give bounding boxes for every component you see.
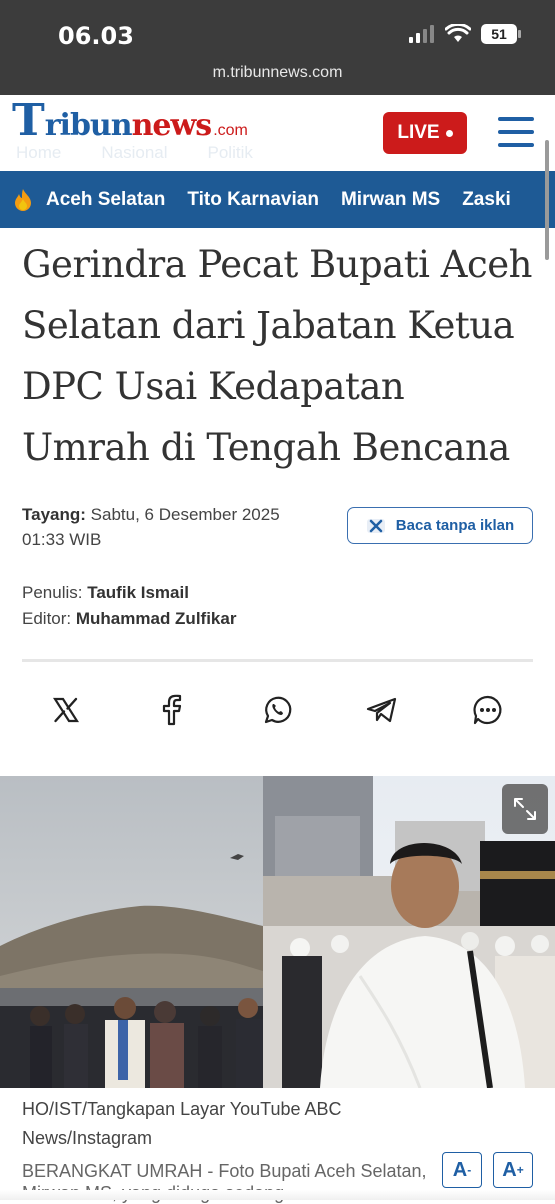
comment-icon <box>473 695 502 725</box>
expand-image-button[interactable] <box>502 784 548 834</box>
publish-time: 01:33 WIB <box>22 530 102 549</box>
telegram-icon <box>366 697 397 723</box>
facebook-icon <box>162 694 182 726</box>
breadcrumb-item[interactable]: Nasional <box>101 143 167 163</box>
share-whatsapp-button[interactable] <box>257 690 297 730</box>
font-increase-sign: + <box>516 1163 524 1177</box>
penulis-label: Penulis: <box>22 583 83 602</box>
author-name[interactable]: Taufik Ismail <box>87 583 189 602</box>
share-telegram-button[interactable] <box>362 690 402 730</box>
breadcrumb-item[interactable]: Politik <box>208 143 253 163</box>
font-increase-label: A <box>502 1158 517 1181</box>
logo-com: .com <box>213 122 248 139</box>
status-time: 06.03 <box>58 22 134 50</box>
tribunnews-logo[interactable]: T ribun news .com <box>12 95 248 146</box>
trending-topics-bar: Aceh Selatan Tito Karnavian Mirwan MS Za… <box>0 171 555 228</box>
signal-icon <box>409 25 434 43</box>
whatsapp-icon <box>264 696 292 724</box>
breadcrumb: Home Nasional Politik <box>16 143 253 163</box>
hamburger-menu-icon[interactable] <box>498 117 534 147</box>
topic-link[interactable]: Mirwan MS <box>341 189 440 211</box>
divider <box>22 659 533 662</box>
breadcrumb-item[interactable]: Home <box>16 143 61 163</box>
address-bar-url[interactable]: m.tribunnews.com <box>0 64 555 82</box>
site-header: Home Nasional Politik T ribun news .com … <box>0 95 555 171</box>
logo-news: news <box>131 108 213 143</box>
logo-letter-t: T <box>12 95 45 146</box>
article-credits: Penulis: Taufik Ismail Editor: Muhammad … <box>22 580 236 632</box>
live-dot-icon <box>445 129 453 137</box>
live-button[interactable]: LIVE <box>383 112 467 154</box>
fire-icon <box>0 188 46 212</box>
live-label: LIVE <box>397 122 440 143</box>
expand-icon <box>514 798 536 820</box>
editor-name[interactable]: Muhammad Zulfikar <box>76 609 237 628</box>
publish-date: Sabtu, 6 Desember 2025 <box>90 505 280 524</box>
comment-button[interactable] <box>468 690 508 730</box>
topic-link[interactable]: Zaski <box>462 189 511 211</box>
article-title: Gerindra Pecat Bupati Aceh Selatan dari … <box>22 243 532 469</box>
font-decrease-label: A <box>452 1158 468 1181</box>
status-icons: 51 <box>409 24 521 44</box>
no-ads-icon <box>366 518 385 533</box>
publish-info: Tayang: Sabtu, 6 Desember 2025 01:33 WIB <box>22 502 280 552</box>
share-x-button[interactable] <box>46 690 86 730</box>
font-decrease-sign: - <box>467 1163 472 1177</box>
photo-source: HO/IST/Tangkapan Layar YouTube ABC News/… <box>22 1099 342 1148</box>
topic-link[interactable]: Tito Karnavian <box>187 189 319 211</box>
font-decrease-button[interactable]: A- <box>442 1152 482 1188</box>
tayang-label: Tayang: <box>22 505 86 524</box>
topic-link[interactable]: Aceh Selatan <box>46 189 165 211</box>
status-bar: 06.03 51 m.tribunnews.com <box>0 0 555 95</box>
article-photo[interactable] <box>0 776 555 1088</box>
read-without-ads-button[interactable]: Baca tanpa iklan <box>347 507 533 544</box>
battery-level: 51 <box>491 26 507 42</box>
logo-ribun: ribun <box>44 108 133 143</box>
editor-label: Editor: <box>22 609 72 628</box>
battery-icon: 51 <box>481 24 521 44</box>
x-icon <box>52 697 80 723</box>
font-increase-button[interactable]: A + <box>493 1152 533 1188</box>
home-indicator <box>0 1190 555 1200</box>
wifi-icon <box>445 24 471 42</box>
page-scrollbar[interactable] <box>545 140 549 260</box>
read-without-ads-label: Baca tanpa iklan <box>395 517 515 534</box>
share-facebook-button[interactable] <box>151 690 191 730</box>
